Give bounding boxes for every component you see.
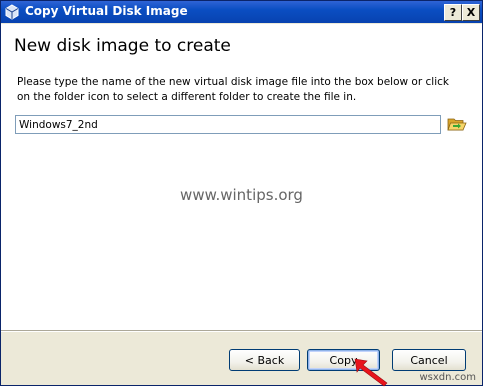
copy-virtual-disk-dialog: Copy Virtual Disk Image ? X New disk ima… xyxy=(0,0,483,387)
copy-button[interactable]: Copy xyxy=(307,349,380,371)
site-watermark: wsxdn.com xyxy=(419,372,476,383)
back-button[interactable]: < Back xyxy=(229,349,300,371)
page-title: New disk image to create xyxy=(14,36,231,56)
footer-divider xyxy=(1,330,482,332)
filename-input[interactable] xyxy=(15,115,441,134)
folder-open-icon[interactable] xyxy=(447,115,467,133)
title-bar[interactable]: Copy Virtual Disk Image ? X xyxy=(1,1,482,23)
watermark-text: www.wintips.org xyxy=(180,186,303,204)
wizard-page: New disk image to create Please type the… xyxy=(1,24,482,330)
virtualbox-icon xyxy=(5,4,19,20)
window-title: Copy Virtual Disk Image xyxy=(25,4,188,18)
help-button[interactable]: ? xyxy=(444,4,462,21)
instructions-text: Please type the name of the new virtual … xyxy=(17,76,449,103)
close-button[interactable]: X xyxy=(462,4,480,21)
cancel-button[interactable]: Cancel xyxy=(392,349,466,371)
